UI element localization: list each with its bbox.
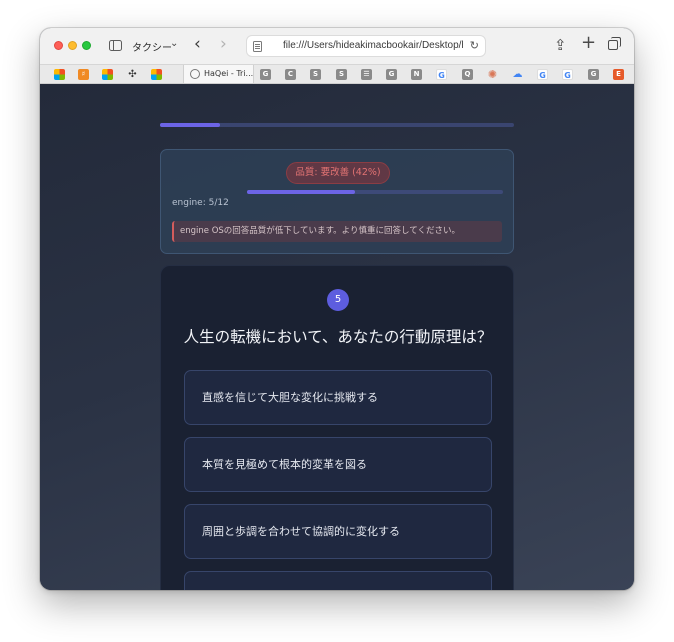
sidebar-icon[interactable] [109, 40, 122, 51]
question-progress-fill [160, 123, 221, 127]
zoom-window-button[interactable] [82, 41, 91, 50]
reload-icon[interactable]: ↻ [470, 39, 479, 52]
favicon-gray-icon[interactable]: C [285, 69, 296, 80]
favicon-gray-icon[interactable]: G [260, 69, 271, 80]
favicon-orange-icon[interactable]: ♯ [78, 69, 89, 80]
favicon-ms-icon[interactable] [102, 69, 113, 80]
tab-overview-icon[interactable] [608, 37, 621, 50]
favicon-ms-icon[interactable] [54, 69, 65, 80]
question-progress-bar [160, 123, 514, 127]
answer-option[interactable]: 直感を信じて大胆な変化に挑戦する [184, 370, 492, 425]
quality-badge: 品質: 要改善 (42%) [286, 162, 390, 184]
browser-window: タクシー ⌄ ‹ › file:///Users/hideakimacbooka… [40, 28, 634, 590]
chevron-down-icon[interactable]: ⌄ [170, 38, 178, 49]
question-number-badge: 5 [327, 289, 349, 311]
quality-warning: engine OSの回答品質が低下しています。より慎重に回答してください。 [172, 221, 502, 242]
active-tab[interactable]: HaQei - Tri... [183, 65, 254, 83]
favicon-gray-icon[interactable]: G [588, 69, 599, 80]
answer-option[interactable]: 周囲と歩調を合わせて協調的に変化する [184, 504, 492, 559]
favicon-claude-icon[interactable]: ✺ [487, 69, 498, 80]
question-card: 5 人生の転機において、あなたの行動原理は？ 直感を信じて大胆な変化に挑戦する … [160, 265, 514, 590]
browser-toolbar: タクシー ⌄ ‹ › file:///Users/hideakimacbooka… [40, 28, 634, 64]
tab-group-name[interactable]: タクシー [132, 39, 172, 54]
favicon-google-icon[interactable]: G [562, 69, 573, 80]
close-window-button[interactable] [54, 41, 63, 50]
favicon-spark-icon[interactable]: ✣ [127, 69, 138, 80]
share-icon[interactable]: ⇪ [554, 36, 567, 54]
favicon-gray-icon[interactable]: S [336, 69, 347, 80]
question-text: 人生の転機において、あなたの行動原理は？ [183, 328, 493, 346]
active-tab-label: HaQei - Tri... [204, 69, 254, 78]
url-text[interactable]: file:///Users/hideakimacbookair/Desktop/… [283, 40, 463, 51]
web-content: 品質: 要改善 (42%) engine: 5/12 engine OSの回答品… [40, 84, 634, 590]
back-arrow-icon[interactable]: ‹ [194, 36, 201, 53]
favicon-gray-icon[interactable]: N [411, 69, 422, 80]
favicon-gray-icon[interactable]: S [310, 69, 321, 80]
favicon-gray-icon[interactable]: G [386, 69, 397, 80]
favicon-gray-icon[interactable]: Q [462, 69, 473, 80]
tab-strip: HaQei - Tri... ♯✣GCSS☰GNGQ✺☁GGGEO [40, 64, 634, 84]
new-tab-icon[interactable]: + [581, 34, 596, 52]
address-bar[interactable]: file:///Users/hideakimacbookair/Desktop/… [246, 35, 486, 57]
forward-arrow-icon[interactable]: › [220, 36, 227, 53]
answer-option[interactable]: 本質を見極めて根本的変革を図る [184, 437, 492, 492]
favicon-ms-icon[interactable] [151, 69, 162, 80]
quality-bar [247, 190, 503, 194]
favicon-gray-icon[interactable]: ☰ [361, 69, 372, 80]
answer-option[interactable] [184, 571, 492, 590]
compass-icon [190, 69, 200, 79]
favicon-cloud-icon[interactable]: ☁ [512, 69, 523, 80]
quality-bar-fill [247, 190, 355, 194]
favicon-google-icon[interactable]: G [537, 69, 548, 80]
quality-panel: 品質: 要改善 (42%) engine: 5/12 engine OSの回答品… [160, 149, 514, 254]
favicon-google-icon[interactable]: G [436, 69, 447, 80]
minimize-window-button[interactable] [68, 41, 77, 50]
favicon-red-icon[interactable]: E [613, 69, 624, 80]
page-icon [253, 41, 262, 52]
engine-count: engine: 5/12 [172, 198, 229, 208]
